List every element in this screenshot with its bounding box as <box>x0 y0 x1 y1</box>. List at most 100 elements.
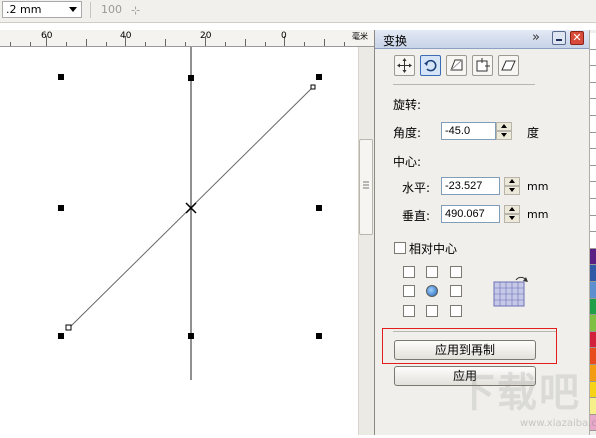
palette-swatch[interactable] <box>590 132 596 150</box>
skew-mode-button[interactable] <box>498 55 519 76</box>
spin-up-icon[interactable] <box>504 177 520 186</box>
minimize-button[interactable] <box>552 31 566 45</box>
angle-input[interactable] <box>441 122 496 140</box>
minimize-icon <box>556 39 562 41</box>
position-mode-button[interactable] <box>394 55 415 76</box>
angle-spinner[interactable] <box>496 122 512 140</box>
anchor-top-right[interactable] <box>450 266 462 278</box>
rotate-section-label: 旋转: <box>393 98 422 112</box>
palette-swatch[interactable] <box>590 49 596 67</box>
ruler-tick <box>10 42 11 46</box>
anchor-bottom-center[interactable] <box>426 305 438 317</box>
ruler-tick <box>66 42 67 46</box>
palette-swatch[interactable] <box>590 365 596 382</box>
anchor-middle-right[interactable] <box>450 285 462 297</box>
spin-down-icon[interactable] <box>504 214 520 223</box>
palette-swatch[interactable] <box>590 116 596 133</box>
palette-swatch[interactable] <box>590 215 596 233</box>
horizontal-ruler[interactable]: 60 40 20 0 毫米 <box>0 30 374 47</box>
ruler-label: 20 <box>200 31 212 41</box>
ruler-tick <box>185 42 186 46</box>
line-node[interactable] <box>310 84 316 90</box>
ruler-tick <box>86 39 87 46</box>
transform-preview-icon <box>493 276 528 307</box>
canvas-drawing <box>58 47 322 380</box>
palette-swatch[interactable] <box>590 182 596 199</box>
skew-icon <box>501 60 516 71</box>
selection-handle[interactable] <box>58 74 64 80</box>
palette-swatch[interactable] <box>590 232 596 249</box>
palette-swatch[interactable] <box>590 298 596 316</box>
selection-handle[interactable] <box>58 205 64 211</box>
toolbar-value-field[interactable]: 100 <box>101 3 122 16</box>
palette-swatch[interactable] <box>590 315 596 332</box>
ruler-tick <box>344 42 345 46</box>
palette-swatch[interactable] <box>590 348 596 365</box>
toolbar-separator <box>90 2 91 18</box>
size-mode-button[interactable] <box>472 55 493 76</box>
grip-icon <box>363 181 369 189</box>
ruler-label: 60 <box>41 31 53 41</box>
ruler-label: 40 <box>120 31 132 41</box>
vertical-scrollbar[interactable] <box>358 47 375 435</box>
selection-handle[interactable] <box>316 74 322 80</box>
outline-width-value: .2 mm <box>6 3 42 16</box>
spin-up-icon[interactable] <box>504 205 520 214</box>
horizontal-label: 水平: <box>402 181 431 195</box>
selection-handle[interactable] <box>58 333 64 339</box>
anchor-bottom-left[interactable] <box>403 305 415 317</box>
palette-swatch[interactable] <box>590 99 596 116</box>
angle-label: 角度: <box>393 126 422 140</box>
selection-handle[interactable] <box>316 333 322 339</box>
close-button[interactable]: ✕ <box>570 31 584 45</box>
palette-swatch[interactable] <box>590 149 596 166</box>
anchor-center-radio[interactable] <box>426 285 438 297</box>
toolbar-value-icon: ⊹ <box>131 4 141 17</box>
anchor-bottom-right[interactable] <box>450 305 462 317</box>
chevron-down-icon[interactable] <box>69 7 77 12</box>
ruler-tick <box>106 42 107 46</box>
palette-swatch[interactable] <box>590 33 596 50</box>
outline-width-combo[interactable]: .2 mm <box>2 1 82 18</box>
horizontal-input[interactable] <box>441 177 500 195</box>
selection-handle[interactable] <box>188 333 194 339</box>
collapse-icon[interactable]: » <box>532 30 540 45</box>
palette-swatch[interactable] <box>590 265 596 282</box>
spin-down-icon[interactable] <box>496 131 512 140</box>
line-node[interactable] <box>65 324 72 331</box>
palette-swatch[interactable] <box>590 282 596 299</box>
palette-swatch[interactable] <box>590 248 596 266</box>
anchor-top-left[interactable] <box>403 266 415 278</box>
ruler-tick <box>165 39 166 46</box>
vertical-input[interactable] <box>441 205 500 223</box>
selection-handle[interactable] <box>188 75 194 81</box>
ruler-tick <box>225 42 226 46</box>
ruler-tick <box>145 42 146 46</box>
vertical-spinner[interactable] <box>504 205 520 223</box>
highlight-annotation <box>382 328 557 364</box>
angle-unit: 度 <box>527 126 540 140</box>
palette-swatch[interactable] <box>590 165 596 183</box>
spin-up-icon[interactable] <box>496 122 512 131</box>
ruler-tick <box>324 39 325 46</box>
palette-swatch[interactable] <box>590 398 596 415</box>
center-section-label: 中心: <box>393 155 422 169</box>
drawing-canvas[interactable] <box>0 47 358 435</box>
horizontal-spinner[interactable] <box>504 177 520 195</box>
scale-icon <box>450 59 463 71</box>
vertical-unit: mm <box>527 208 549 221</box>
rotate-mode-button[interactable] <box>420 55 441 76</box>
palette-swatch[interactable] <box>590 381 596 399</box>
scale-mode-button[interactable] <box>446 55 467 76</box>
selection-handle[interactable] <box>316 205 322 211</box>
anchor-middle-left[interactable] <box>403 285 415 297</box>
palette-swatch[interactable] <box>590 331 596 349</box>
panel-divider <box>393 84 535 85</box>
spin-down-icon[interactable] <box>504 186 520 195</box>
palette-swatch[interactable] <box>590 199 596 216</box>
anchor-top-center[interactable] <box>426 266 438 278</box>
palette-swatch[interactable] <box>590 66 596 83</box>
relative-center-checkbox[interactable] <box>394 242 406 254</box>
horizontal-unit: mm <box>527 180 549 193</box>
palette-swatch[interactable] <box>590 82 596 100</box>
